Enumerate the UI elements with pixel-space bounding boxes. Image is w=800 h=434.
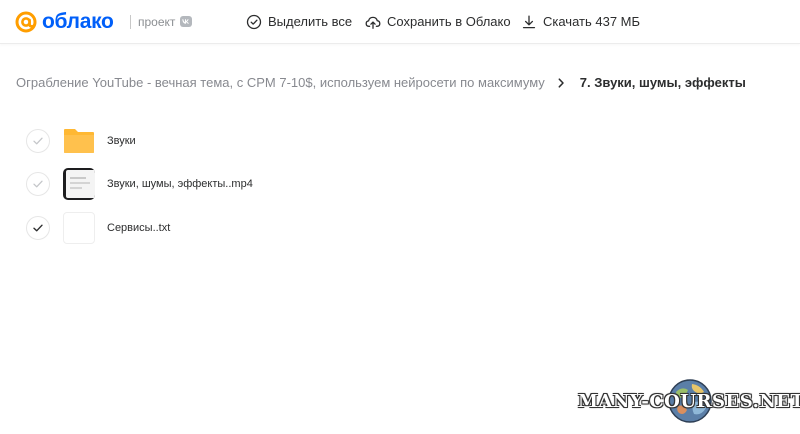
save-to-cloud-button[interactable]: Сохранить в Облако [365,13,511,31]
chevron-right-icon [558,78,564,88]
save-to-cloud-label: Сохранить в Облако [387,14,511,29]
checkmark-icon [33,224,43,232]
select-all-button[interactable]: Выделить все [246,13,352,31]
item-checkbox[interactable] [26,129,50,153]
download-icon [522,15,536,29]
breadcrumb-current: 7. Звуки, шумы, эффекты [579,75,746,90]
logo-subtitle: проект [138,15,176,29]
logo-divider [130,15,131,29]
checkmark-icon [33,137,43,145]
text-file-icon [63,212,95,244]
at-sign-logo-icon [15,11,37,33]
checkmark-icon [33,180,43,188]
logo-text: облако [42,10,114,33]
list-item-text-file[interactable]: Сервисы..txt [26,212,426,244]
file-name: Звуки, шумы, эффекты..mp4 [107,178,253,190]
vk-icon [180,16,192,27]
list-item-folder[interactable]: Звуки [26,125,426,157]
watermark-text: MANY-COURSES.NET [578,390,800,412]
breadcrumb-parent-link[interactable]: Ограбление YouTube - вечная тема, с CPM … [16,74,545,92]
item-checkbox[interactable] [26,216,50,240]
file-name: Сервисы..txt [107,222,171,234]
download-button[interactable]: Скачать 437 МБ [521,13,640,31]
list-item-video[interactable]: Звуки, шумы, эффекты..mp4 [26,168,426,200]
video-thumbnail-icon [63,168,95,200]
cloud-logo[interactable]: облако [14,10,114,34]
folder-icon [63,125,95,157]
breadcrumb: Ограбление YouTube - вечная тема, с CPM … [16,74,746,92]
download-label: Скачать 437 МБ [543,14,641,29]
select-all-label: Выделить все [268,14,353,29]
top-toolbar: облако проект Выделить все Сохранить в О… [0,0,800,44]
file-name: Звуки [107,135,136,147]
item-checkbox[interactable] [26,172,50,196]
cloud-upload-icon [365,16,381,29]
watermark: MANY-COURSES.NET [578,376,800,426]
check-circle-icon [246,14,262,30]
